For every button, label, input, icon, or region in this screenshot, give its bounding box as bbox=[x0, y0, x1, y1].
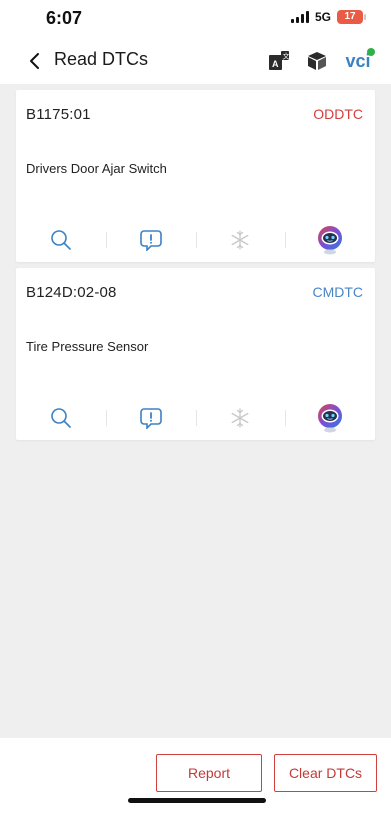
package-icon[interactable] bbox=[305, 49, 329, 73]
dtc-card[interactable]: B124D:02-08 CMDTC Tire Pressure Sensor bbox=[16, 268, 375, 440]
dtc-type-badge: CMDTC bbox=[312, 284, 363, 300]
snowflake-icon bbox=[195, 396, 286, 440]
status-indicators: 5G 17 bbox=[290, 10, 366, 24]
status-time: 6:07 bbox=[46, 8, 83, 28]
robot-assistant-icon[interactable] bbox=[285, 396, 375, 440]
dtc-code: B124D:02-08 bbox=[26, 284, 117, 301]
battery-icon: 17 bbox=[337, 10, 366, 24]
search-icon[interactable] bbox=[16, 218, 106, 262]
network-type: 5G bbox=[314, 10, 331, 24]
dtc-description: Drivers Door Ajar Switch bbox=[26, 161, 167, 176]
dtc-actions bbox=[16, 396, 375, 440]
back-icon[interactable] bbox=[24, 50, 46, 72]
signal-icon bbox=[290, 11, 309, 23]
dtc-list: B1175:01 ODDTC Drivers Door Ajar Switch B12… bbox=[16, 90, 375, 446]
dtc-card[interactable]: B1175:01 ODDTC Drivers Door Ajar Switch bbox=[16, 90, 375, 262]
dtc-actions bbox=[16, 218, 375, 262]
status-bar: 6:07 5G 17 bbox=[0, 0, 391, 38]
search-icon[interactable] bbox=[16, 396, 106, 440]
dtc-code: B1175:01 bbox=[26, 106, 91, 123]
vci-connected-dot bbox=[366, 47, 375, 56]
snowflake-icon bbox=[195, 218, 286, 262]
app-header: Read DTCs A 文 VCI bbox=[0, 38, 391, 84]
dtc-description: Tire Pressure Sensor bbox=[26, 339, 149, 354]
bottom-bar: Report Clear DTCs bbox=[0, 738, 391, 826]
report-button[interactable]: Report bbox=[156, 754, 262, 792]
header-actions: A 文 VCI bbox=[267, 47, 375, 73]
page-title: Read DTCs bbox=[54, 49, 149, 69]
vci-status-icon[interactable]: VCI bbox=[343, 47, 375, 73]
svg-text:文: 文 bbox=[283, 52, 290, 61]
svg-text:A: A bbox=[272, 59, 279, 69]
clear-dtcs-button[interactable]: Clear DTCs bbox=[274, 754, 377, 792]
message-alert-icon[interactable] bbox=[105, 396, 196, 440]
home-indicator bbox=[128, 798, 266, 803]
robot-assistant-icon[interactable] bbox=[285, 218, 375, 262]
message-alert-icon[interactable] bbox=[105, 218, 196, 262]
dtc-type-badge: ODDTC bbox=[313, 106, 363, 122]
translate-icon[interactable]: A 文 bbox=[267, 49, 291, 73]
